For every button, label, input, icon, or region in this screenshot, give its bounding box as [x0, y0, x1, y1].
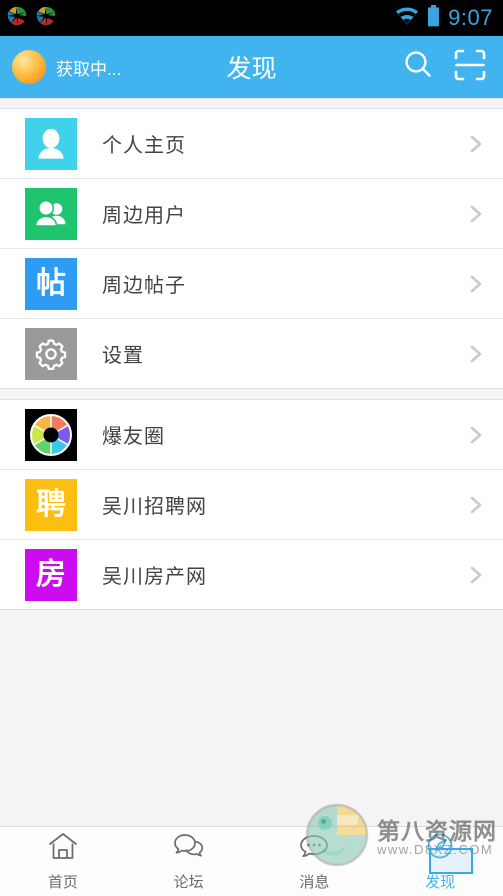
battery-icon: [427, 4, 440, 32]
list-item-wuchuan-realestate[interactable]: 房 吴川房产网: [0, 540, 503, 610]
qr-scan-icon[interactable]: [453, 48, 487, 87]
bottom-navigation: 首页 论坛 消息 发现: [0, 826, 503, 896]
app-header: 获取中... 发现: [0, 36, 503, 98]
list-group-spacer: [0, 389, 503, 400]
tab-forum[interactable]: 论坛: [126, 827, 252, 896]
list-item-settings[interactable]: 设置: [0, 319, 503, 389]
chevron-right-icon: [465, 273, 487, 295]
list-item-personal-homepage[interactable]: 个人主页: [0, 109, 503, 179]
post-glyph-icon: 帖: [25, 257, 77, 310]
tab-label: 论坛: [173, 874, 204, 891]
aperture-icon: [25, 408, 77, 461]
selection-cursor-box: [429, 848, 473, 874]
list-item-baoyouquan[interactable]: 爆友圈: [0, 400, 503, 470]
tab-label: 首页: [47, 874, 78, 891]
list-group-primary: 个人主页 周边用户 帖 周边帖子 设置: [0, 109, 503, 389]
list-item-label: 吴川招聘网: [102, 496, 207, 518]
app-logo-icon: [35, 5, 57, 32]
recruit-glyph-icon: 聘: [25, 478, 77, 531]
house-glyph-icon: 房: [25, 548, 77, 601]
search-icon[interactable]: [402, 48, 435, 86]
wifi-icon: [395, 6, 419, 31]
chevron-right-icon: [465, 564, 487, 586]
list-item-label: 设置: [102, 345, 144, 367]
chevron-right-icon: [465, 424, 487, 446]
chevron-right-icon: [465, 133, 487, 155]
tile-glyph: 帖: [36, 265, 66, 301]
app-screen: 9:07 获取中... 发现 个人主页 周边用户 帖 周边帖子 设置 爆友圈 聘…: [0, 0, 503, 896]
message-icon: [297, 831, 331, 866]
header-actions: [402, 48, 487, 87]
home-icon: [47, 831, 79, 866]
tab-label: 发现: [425, 874, 456, 891]
list-item-label: 个人主页: [102, 135, 186, 157]
people-icon: [25, 187, 77, 240]
list-item-label: 吴川房产网: [102, 566, 207, 588]
list-item-label: 周边帖子: [102, 275, 186, 297]
chat-bubbles-icon: [172, 831, 206, 866]
tile-glyph: 聘: [36, 486, 66, 522]
person-icon: [25, 117, 77, 170]
list-item-nearby-users[interactable]: 周边用户: [0, 179, 503, 249]
chevron-right-icon: [465, 203, 487, 225]
list-item-label: 周边用户: [102, 205, 186, 227]
user-avatar[interactable]: [12, 50, 46, 84]
chevron-right-icon: [465, 494, 487, 516]
tab-home[interactable]: 首页: [0, 827, 126, 896]
list-item-label: 爆友圈: [102, 426, 165, 448]
list-item-wuchuan-jobs[interactable]: 聘 吴川招聘网: [0, 470, 503, 540]
status-bar-indicators: 9:07: [395, 4, 493, 32]
status-bar-clock: 9:07: [448, 5, 493, 30]
tile-glyph: 房: [36, 556, 66, 592]
status-bar-notifications: [6, 5, 57, 32]
chevron-right-icon: [465, 343, 487, 365]
gear-icon: [25, 327, 77, 380]
list-top-spacer: [0, 98, 503, 109]
status-bar: 9:07: [0, 0, 503, 36]
avatar-status-label: 获取中...: [56, 59, 122, 79]
discover-list: 个人主页 周边用户 帖 周边帖子 设置 爆友圈 聘 吴川招聘网 房 吴川房产网: [0, 98, 503, 826]
tab-messages[interactable]: 消息: [252, 827, 378, 896]
app-logo-icon: [6, 5, 28, 32]
list-item-nearby-posts[interactable]: 帖 周边帖子: [0, 249, 503, 319]
list-group-partners: 爆友圈 聘 吴川招聘网 房 吴川房产网: [0, 400, 503, 610]
tab-label: 消息: [299, 874, 330, 891]
